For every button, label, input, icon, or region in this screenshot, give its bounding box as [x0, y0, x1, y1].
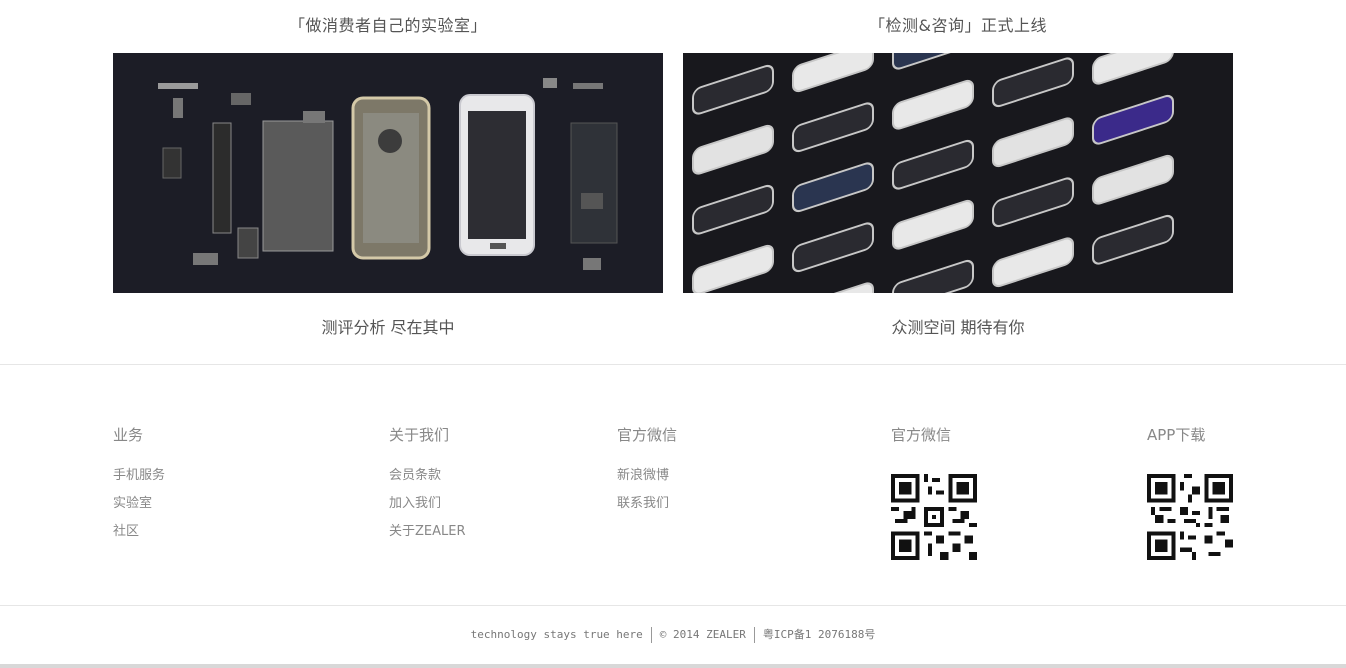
promo-testing-image[interactable]	[683, 53, 1233, 293]
qr-code-icon	[1147, 474, 1233, 560]
qr-code-icon	[891, 474, 977, 560]
link-phone-service[interactable]: 手机服务	[113, 462, 165, 490]
promo-lab-image[interactable]	[113, 53, 663, 293]
phones-collection-image	[683, 53, 1233, 293]
footer-wechat-qr: 官方微信	[891, 424, 977, 564]
link-community[interactable]: 社区	[113, 518, 165, 546]
footer-business: 业务 手机服务 实验室 社区	[113, 424, 165, 546]
link-contact-us[interactable]: 联系我们	[617, 490, 677, 518]
footer-wechat-title: 官方微信	[891, 426, 952, 444]
promo-lab-subtitle: 测评分析 尽在其中	[321, 318, 455, 337]
bottom-bar: technology stays true here © 2014 ZEALER 粤…	[0, 626, 1346, 643]
footer-divider	[0, 605, 1346, 606]
copyright-text: © 2014 ZEALER	[659, 628, 746, 641]
footer-app-qr: APP下载	[1147, 424, 1233, 564]
promo-testing-title: 「检测&咨询」正式上线	[869, 16, 1047, 35]
footer-social: 官方微信 新浪微博 联系我们	[617, 424, 677, 518]
slogan-text: technology stays true here	[470, 628, 643, 641]
bottom-edge	[0, 664, 1346, 668]
separator	[753, 627, 755, 643]
footer-about-title: 关于我们	[389, 426, 450, 444]
link-member-terms[interactable]: 会员条款	[389, 462, 466, 490]
link-weibo[interactable]: 新浪微博	[617, 462, 677, 490]
promo-lab-title: 「做消费者自己的实验室」	[288, 16, 487, 35]
section-divider	[0, 364, 1346, 365]
link-lab[interactable]: 实验室	[113, 490, 165, 518]
link-join-us[interactable]: 加入我们	[389, 490, 466, 518]
footer-app-title: APP下载	[1147, 426, 1206, 444]
footer-about: 关于我们 会员条款 加入我们 关于ZEALER	[389, 424, 466, 546]
footer-social-title: 官方微信	[617, 426, 678, 444]
link-about-zealer[interactable]: 关于ZEALER	[389, 518, 466, 546]
icp-text: 粤ICP备1 2076188号	[762, 628, 876, 641]
footer-business-title: 业务	[113, 426, 144, 444]
disassembled-phone-image	[113, 53, 663, 293]
promo-testing-subtitle: 众测空间 期待有你	[891, 318, 1025, 337]
separator	[650, 627, 652, 643]
